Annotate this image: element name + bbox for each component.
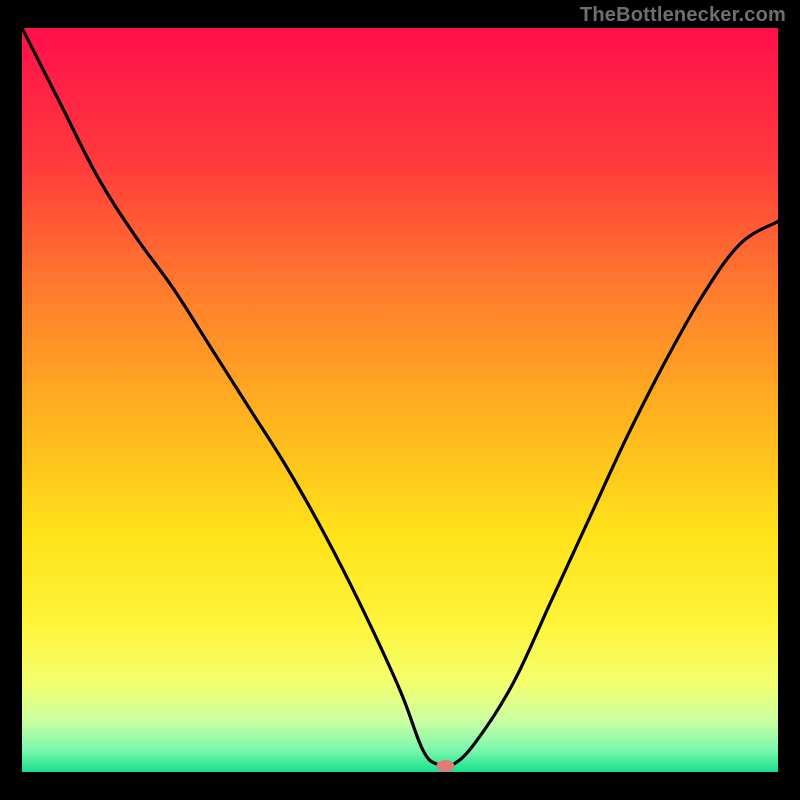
plot-area	[22, 28, 778, 772]
chart-svg	[22, 28, 778, 772]
optimal-marker	[436, 760, 454, 772]
gradient-background	[22, 28, 778, 772]
watermark-text: TheBottlenecker.com	[580, 4, 786, 27]
chart-frame: TheBottlenecker.com	[0, 0, 800, 800]
